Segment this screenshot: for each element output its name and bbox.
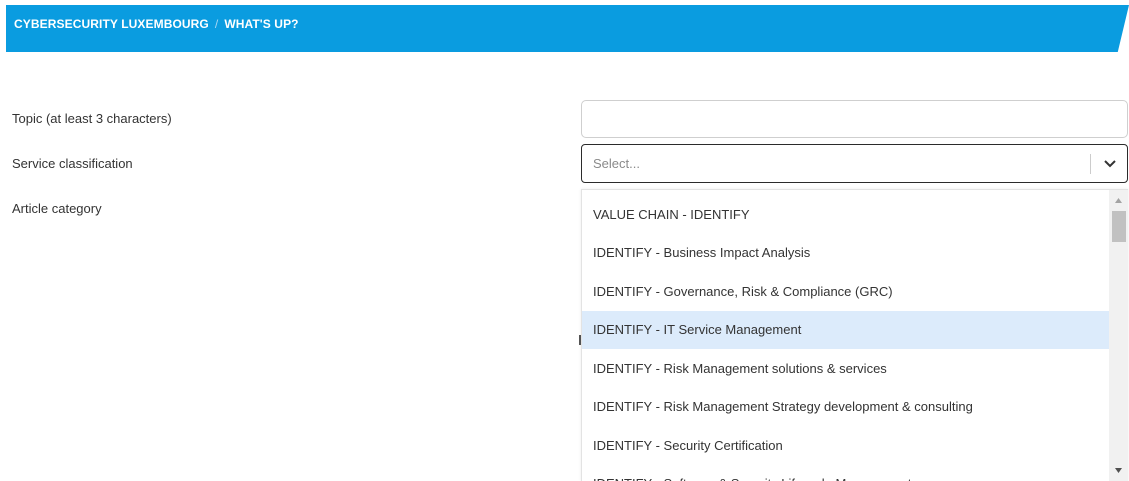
dropdown-option-highlighted[interactable]: IDENTIFY - IT Service Management <box>582 311 1109 349</box>
topic-label: Topic (at least 3 characters) <box>12 111 172 126</box>
dropdown-option[interactable]: IDENTIFY - Security Certification <box>582 427 1109 465</box>
service-classification-select[interactable]: Select... <box>581 144 1128 183</box>
chevron-down-icon[interactable] <box>1102 157 1118 171</box>
service-classification-menu: VALUE CHAIN - IDENTIFY IDENTIFY - Busine… <box>581 189 1128 481</box>
article-category-label: Article category <box>12 201 102 216</box>
dropdown-option[interactable]: VALUE CHAIN - IDENTIFY <box>582 196 1109 234</box>
breadcrumb-current-link[interactable]: WHAT'S UP? <box>224 17 298 31</box>
triangle-down-icon[interactable] <box>1109 462 1128 479</box>
service-classification-label: Service classification <box>12 156 133 171</box>
scrollbar-thumb[interactable] <box>1112 211 1126 242</box>
dropdown-scrollbar[interactable] <box>1109 190 1128 481</box>
dropdown-option[interactable]: IDENTIFY - Business Impact Analysis <box>582 234 1109 272</box>
breadcrumb-separator: / <box>214 17 219 31</box>
dropdown-option[interactable]: IDENTIFY - Software & Security Lifecycle… <box>582 465 1109 481</box>
select-divider <box>1090 154 1091 174</box>
dropdown-option[interactable]: IDENTIFY - Risk Management solutions & s… <box>582 350 1109 388</box>
dropdown-option[interactable]: IDENTIFY - Governance, Risk & Compliance… <box>582 273 1109 311</box>
dropdown-option[interactable]: IDENTIFY - Risk Management Strategy deve… <box>582 388 1109 426</box>
triangle-up-icon[interactable] <box>1109 192 1128 209</box>
select-placeholder: Select... <box>593 156 640 171</box>
breadcrumb: CYBERSECURITY LUXEMBOURG / WHAT'S UP? <box>14 17 299 31</box>
topic-input[interactable] <box>581 100 1128 138</box>
breadcrumb-home-link[interactable]: CYBERSECURITY LUXEMBOURG <box>14 17 209 31</box>
